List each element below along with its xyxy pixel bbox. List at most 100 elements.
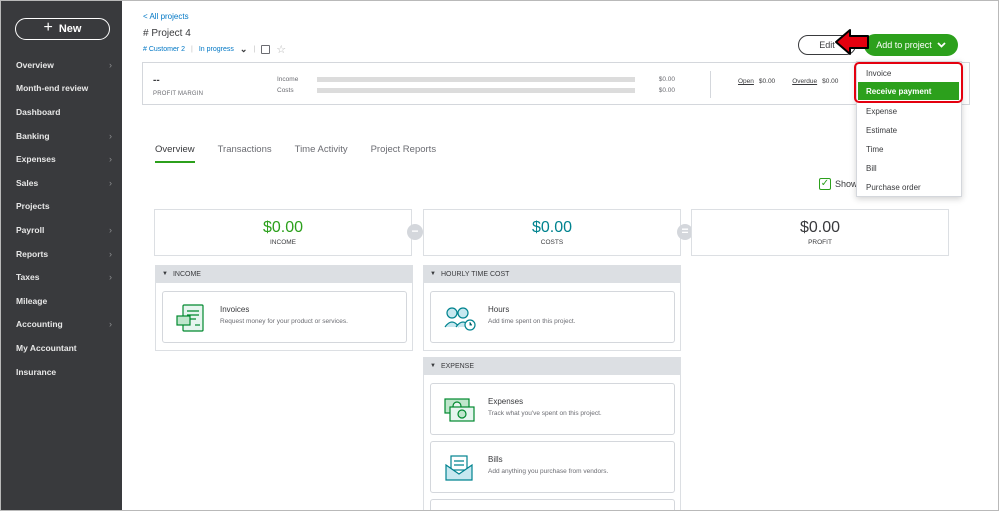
income-total-amount: $0.00 <box>262 219 304 236</box>
people-clock-icon <box>444 307 476 331</box>
income-total-label: INCOME <box>270 239 296 246</box>
hours-tile-title: Hours <box>488 305 510 314</box>
income-bar-label: Income <box>277 76 299 83</box>
sidebar-item-month-end-review[interactable]: Month-end review <box>1 77 122 101</box>
sidebar-item-expenses[interactable]: Expenses › <box>1 147 122 171</box>
income-section-header[interactable]: ▼ INCOME <box>155 265 413 283</box>
star-icon[interactable]: ☆ <box>276 43 286 56</box>
menu-item-bill[interactable]: Bill <box>866 164 877 173</box>
status-link[interactable]: In progress <box>199 46 234 53</box>
menu-item-expense[interactable]: Expense <box>866 107 897 116</box>
sidebar-item-mileage[interactable]: Mileage <box>1 289 122 313</box>
income-bar-amount: $0.00 <box>658 76 675 83</box>
all-projects-link[interactable]: < All projects <box>143 12 189 21</box>
caret-down-icon: ▼ <box>430 363 436 369</box>
tab-time-activity[interactable]: Time Activity <box>295 144 348 163</box>
summary-divider <box>710 71 711 98</box>
customer-link[interactable]: # Customer 2 <box>143 46 185 53</box>
sidebar-item-label: Month-end review <box>16 83 89 94</box>
menu-item-estimate[interactable]: Estimate <box>866 126 897 135</box>
invoices-tile-desc: Request money for your product or servic… <box>220 318 348 325</box>
sidebar-item-banking[interactable]: Banking › <box>1 124 122 148</box>
callout-arrow-icon <box>835 29 869 55</box>
sidebar-item-label: Mileage <box>16 295 48 306</box>
show-checkbox[interactable]: ✓ Show <box>819 178 858 190</box>
invoices-tile-title: Invoices <box>220 305 250 314</box>
hours-tile[interactable]: Hours Add time spent on this project. <box>430 291 675 343</box>
open-link[interactable]: Open <box>738 78 754 85</box>
plus-icon: + <box>43 19 53 36</box>
open-amount: $0.00 <box>758 78 776 85</box>
sidebar-item-label: Projects <box>16 201 50 212</box>
costs-total-amount: $0.00 <box>531 219 573 236</box>
costs-total-label: COSTS <box>540 239 564 246</box>
sidebar-item-dashboard[interactable]: Dashboard <box>1 100 122 124</box>
costs-bar-amount: $0.00 <box>658 87 675 94</box>
expenses-tile[interactable]: Expenses Track what you've spent on this… <box>430 383 675 435</box>
more-expense-tile[interactable] <box>430 499 675 510</box>
hourly-section-title: HOURLY TIME COST <box>440 270 510 278</box>
sidebar-item-sales[interactable]: Sales › <box>1 171 122 195</box>
open-overdue: Open $0.00 Overdue $0.00 <box>738 78 838 85</box>
menu-item-time[interactable]: Time <box>866 145 883 154</box>
new-button-label: New <box>58 23 82 35</box>
tab-project-reports[interactable]: Project Reports <box>371 144 436 163</box>
money-icon <box>444 398 475 422</box>
menu-item-purchase-order[interactable]: Purchase order <box>866 183 921 192</box>
sidebar-item-label: Payroll <box>16 224 45 235</box>
show-label: Show <box>835 179 858 189</box>
invoices-tile[interactable]: Invoices Request money for your product … <box>162 291 407 343</box>
hourly-section-header[interactable]: ▼ HOURLY TIME COST <box>423 265 681 283</box>
sidebar-item-accounting[interactable]: Accounting › <box>1 313 122 337</box>
sidebar-item-insurance[interactable]: Insurance <box>1 360 122 384</box>
project-summary: -- PROFIT MARGIN Income $0.00 Costs $0.0… <box>142 62 970 105</box>
new-button[interactable]: + New <box>15 18 110 40</box>
tab-overview[interactable]: Overview <box>155 144 195 163</box>
chevron-right-icon: › <box>109 154 112 165</box>
costs-total-card: $0.00 COSTS <box>423 209 681 256</box>
income-section-title: INCOME <box>172 270 201 278</box>
expense-section-header[interactable]: ▼ EXPENSE <box>423 357 681 375</box>
sidebar-item-projects[interactable]: Projects <box>1 195 122 219</box>
sidebar-item-label: My Accountant <box>16 342 77 353</box>
sidebar-item-overview[interactable]: Overview › <box>1 53 122 77</box>
overdue-link[interactable]: Overdue <box>792 78 817 85</box>
profit-margin-label: PROFIT MARGIN <box>153 91 204 97</box>
expenses-tile-desc: Track what you've spent on this project. <box>488 410 602 417</box>
add-to-project-button[interactable]: Add to project <box>864 34 958 56</box>
sidebar-item-reports[interactable]: Reports › <box>1 242 122 266</box>
callout-highlight-box <box>854 62 963 103</box>
meta-divider: | <box>253 46 256 53</box>
sidebar-item-label: Accounting <box>16 319 63 330</box>
profit-total-label: PROFIT <box>808 239 832 246</box>
costs-bar-label: Costs <box>277 87 294 94</box>
sidebar-nav: Overview › Month-end review Dashboard Ban… <box>1 53 122 383</box>
sidebar-item-my-accountant[interactable]: My Accountant <box>1 336 122 360</box>
chevron-right-icon: › <box>109 224 112 235</box>
sidebar-item-label: Expenses <box>16 154 56 165</box>
tab-transactions[interactable]: Transactions <box>218 144 272 163</box>
sidebar-item-payroll[interactable]: Payroll › <box>1 218 122 242</box>
notes-icon[interactable] <box>261 45 271 54</box>
overdue-amount: $0.00 <box>822 78 839 85</box>
chevron-right-icon: › <box>109 272 112 283</box>
chevron-down-icon[interactable]: ⌄ <box>240 44 248 55</box>
expense-section-body: Expenses Track what you've spent on this… <box>423 375 681 510</box>
expense-section-title: EXPENSE <box>440 362 475 370</box>
caret-down-icon: ▼ <box>162 271 168 277</box>
income-section-body: Invoices Request money for your product … <box>155 283 413 351</box>
sidebar-item-taxes[interactable]: Taxes › <box>1 265 122 289</box>
chevron-right-icon: › <box>109 177 112 188</box>
project-tabs: Overview Transactions Time Activity Proj… <box>155 144 436 163</box>
bills-tile[interactable]: Bills Add anything you purchase from ven… <box>430 441 675 493</box>
chevron-down-icon <box>937 42 946 48</box>
minus-icon: − <box>407 224 423 240</box>
sidebar-item-label: Overview <box>16 59 54 70</box>
costs-bar-row: Costs $0.00 <box>277 87 675 94</box>
app-window: + New Overview › Month-end review Dashboa… <box>0 0 999 511</box>
hourly-section-body: Hours Add time spent on this project. <box>423 283 681 351</box>
sidebar-item-label: Taxes <box>16 272 40 283</box>
chevron-right-icon: › <box>109 59 112 70</box>
income-bar <box>317 77 635 82</box>
sidebar-item-label: Dashboard <box>16 106 61 117</box>
